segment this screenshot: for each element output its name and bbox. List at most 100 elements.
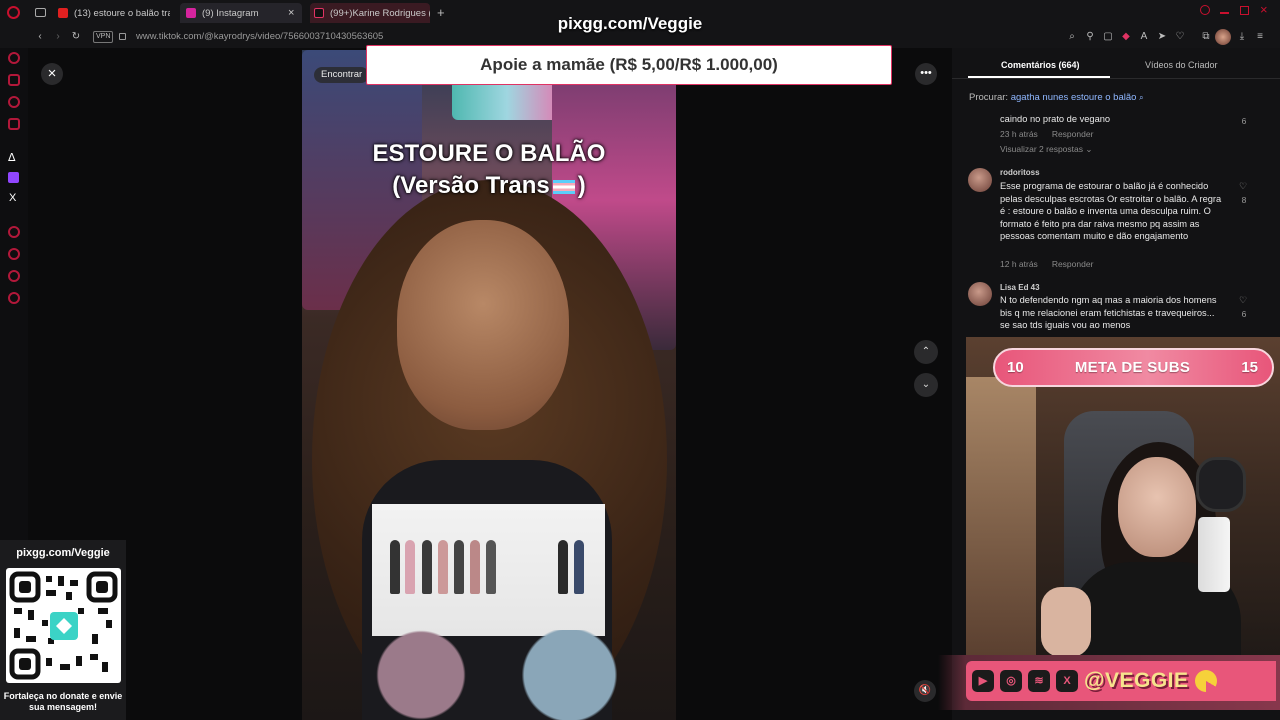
person [422, 540, 432, 594]
heart-icon[interactable]: ♡ [1239, 295, 1247, 306]
history-icon[interactable] [8, 226, 20, 238]
hands [322, 630, 652, 720]
search-icon: ⌕ [1139, 93, 1144, 102]
back-icon[interactable]: ‹ [34, 31, 46, 43]
person [405, 540, 415, 594]
extensions-icon[interactable]: ⧉ [1200, 31, 1212, 43]
like-count: 6 [1241, 116, 1247, 126]
minimize-icon[interactable] [1220, 12, 1229, 14]
heart-icon[interactable]: ♡ [1239, 181, 1247, 192]
view-replies-link[interactable]: Visualizar 2 respostas ⌄ [1000, 144, 1092, 155]
tiktok-icon [314, 8, 324, 18]
pin-icon[interactable]: ⚲ [1084, 31, 1096, 43]
tiktok-sidebar-icon[interactable]: ᐃ [8, 151, 16, 164]
reply-link[interactable]: Responder [1052, 259, 1094, 269]
social-handle: @VEGGIE [1084, 669, 1189, 692]
snapshot-icon[interactable]: ▢ [1102, 31, 1114, 43]
social-bar: ▶ ◎ ≋ X @VEGGIE [966, 661, 1276, 701]
person [574, 540, 584, 594]
qr-code [6, 568, 121, 683]
tab-label: (13) estoure o balão trans [74, 7, 170, 19]
tab-divider [952, 78, 1280, 79]
youtube-icon: ▶ [972, 670, 994, 692]
workspaces-icon[interactable] [35, 8, 46, 17]
mute-button[interactable]: 🔇 [914, 680, 936, 702]
shopping-icon[interactable] [8, 74, 20, 86]
more-options-button[interactable]: ••• [915, 63, 937, 85]
window-controls: × [1200, 2, 1276, 19]
tab-label: (9) Instagram [202, 7, 259, 19]
reload-icon[interactable]: ↻ [70, 31, 82, 43]
person [486, 540, 496, 594]
comment-text: caindo no prato de vegano [1000, 114, 1111, 124]
person [454, 540, 464, 594]
vpn-badge[interactable]: VPN [93, 31, 114, 43]
like-count: 6 [1241, 309, 1247, 319]
twitch-icon[interactable] [8, 172, 19, 183]
instagram-icon: ◎ [1000, 670, 1022, 692]
subs-goal-label: META DE SUBS [1074, 359, 1191, 376]
bulb-icon[interactable] [8, 270, 20, 282]
qr-caption: Fortaleça no donate e envie sua mensagem… [3, 691, 123, 712]
wall-light [966, 377, 1036, 655]
headphones [1196, 457, 1246, 512]
streamer-face [1118, 457, 1196, 557]
translate-icon[interactable]: A [1138, 31, 1150, 43]
reply-link[interactable]: Responder [1052, 129, 1094, 139]
opera-logo-icon[interactable] [7, 6, 20, 19]
heart-icon[interactable]: ♡ [1174, 31, 1186, 43]
comment-text: Esse programa de estourar o balão já é c… [1000, 181, 1222, 241]
search-tabs-icon[interactable] [1200, 5, 1210, 15]
tab-label: (99+)Karine Rodrigues (@ [330, 7, 430, 19]
zoom-icon[interactable]: ⌕ [1066, 31, 1078, 43]
maximize-icon[interactable] [1240, 6, 1249, 15]
qr-title: pixgg.com/Veggie [16, 547, 110, 559]
avatar[interactable] [968, 282, 992, 306]
x-sidebar-icon[interactable]: X [9, 192, 16, 204]
comment-username[interactable]: rodoritoss [1000, 168, 1040, 177]
url-field[interactable]: www.tiktok.com/@kayrodrys/video/75660037… [136, 31, 383, 42]
instagram-sidebar-icon[interactable] [8, 118, 20, 130]
person [438, 540, 448, 594]
stream-donate-url: pixgg.com/Veggie [557, 14, 703, 33]
close-tab-icon[interactable]: × [288, 7, 294, 19]
tab-tiktok[interactable]: (99+)Karine Rodrigues (@ [310, 3, 430, 23]
video-caption-line-2: (Versão Trans) [392, 172, 586, 199]
comment-username[interactable]: Lisa Ed 43 [1000, 283, 1040, 292]
download-icon[interactable]: ⤓ [1236, 31, 1248, 43]
search-query-link[interactable]: agatha nunes estoure o balão [1011, 92, 1137, 103]
profile-avatar[interactable] [1215, 29, 1231, 45]
music-icon[interactable] [8, 96, 20, 108]
tab-instagram[interactable]: (9) Instagram × [180, 3, 302, 23]
clock-icon[interactable] [8, 248, 20, 260]
trans-flag-icon [552, 179, 575, 194]
streamer-hand [1041, 587, 1091, 655]
menu-icon[interactable]: ≡ [1254, 31, 1266, 43]
messenger-icon[interactable] [8, 52, 20, 64]
youtube-icon [58, 8, 68, 18]
close-video-button[interactable]: × [41, 63, 63, 85]
person [470, 540, 480, 594]
tab-youtube[interactable]: (13) estoure o balão trans [58, 3, 170, 23]
qr-pattern [9, 571, 118, 680]
shield-icon[interactable]: ◆ [1120, 31, 1132, 43]
send-icon[interactable]: ➤ [1156, 31, 1168, 43]
lock-icon [119, 33, 126, 40]
comment-meta: 23 h atrás Responder [1000, 129, 1094, 139]
tab-creator-videos[interactable]: Vídeos do Criador [1145, 60, 1218, 70]
donate-goal-banner: Apoie a mamãe (R$ 5,00/R$ 1.000,00) [366, 45, 892, 85]
find-chip[interactable]: Encontrar [314, 67, 370, 83]
person [390, 540, 400, 594]
search-suggestion[interactable]: Procurar: agatha nunes estoure o balão ⌕ [969, 92, 1144, 103]
previous-video-button[interactable]: ⌃ [914, 340, 938, 364]
tiktok-video[interactable]: ESTOURE O BALÃO (Versão Trans) [302, 50, 676, 720]
subs-goal-bar: 10 META DE SUBS 15 [993, 348, 1274, 387]
next-video-button[interactable]: ⌄ [914, 373, 938, 397]
close-window-icon[interactable]: × [1260, 2, 1268, 17]
avatar[interactable] [968, 168, 992, 192]
forward-icon[interactable]: › [52, 31, 64, 43]
tab-comments[interactable]: Comentários (664) [1001, 60, 1080, 70]
settings-icon[interactable] [8, 292, 20, 304]
video-caption: ESTOURE O BALÃO (Versão Trans) [302, 138, 676, 202]
new-tab-button[interactable]: + [437, 5, 445, 20]
